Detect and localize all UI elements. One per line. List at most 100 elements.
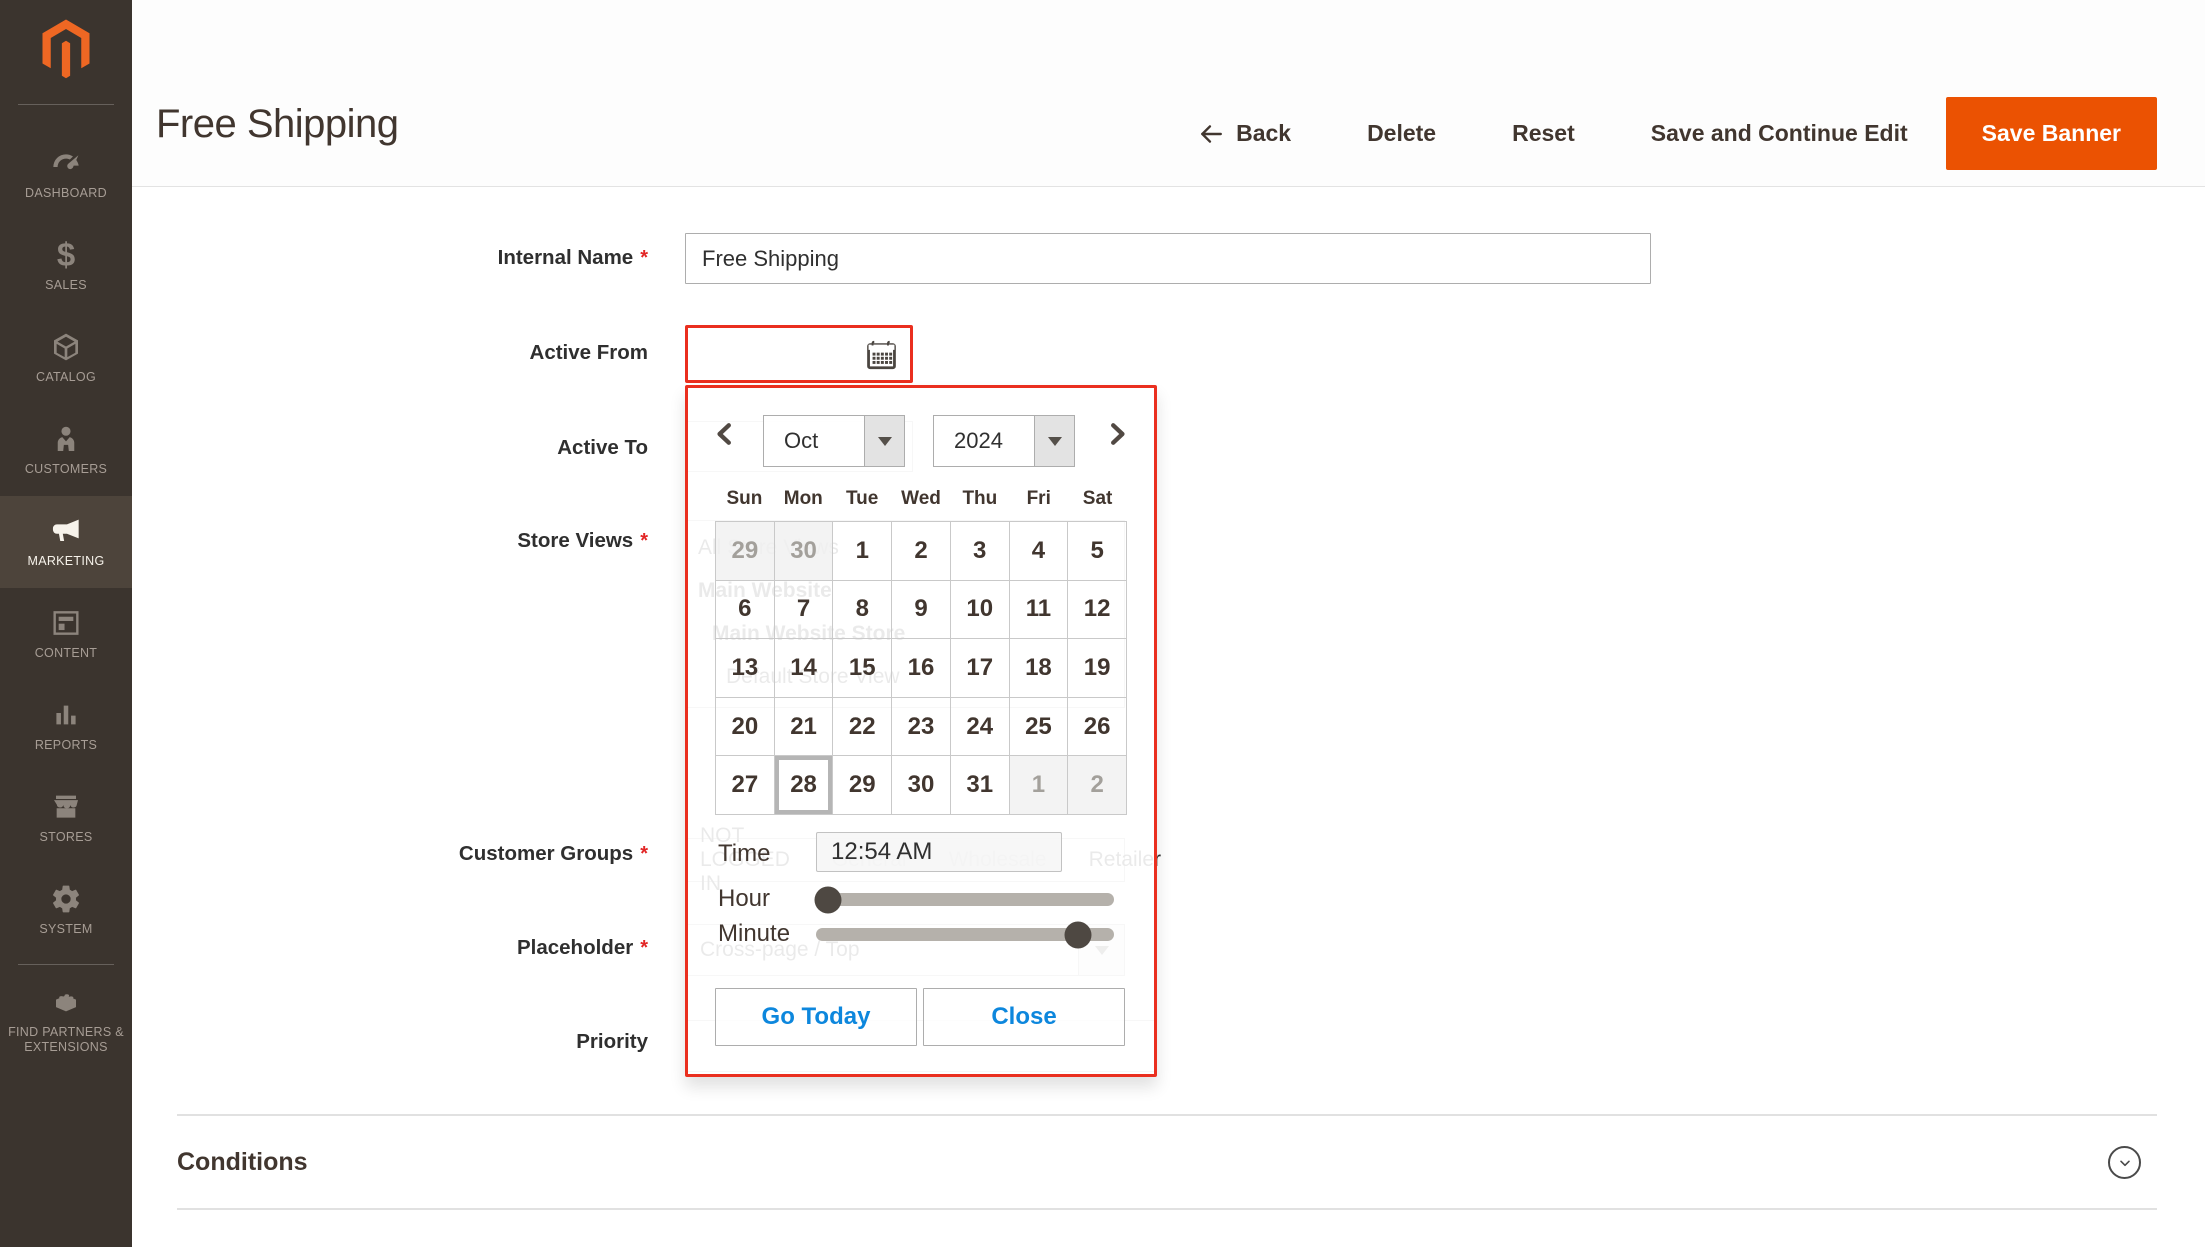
sidebar-item-catalog[interactable]: CATALOG — [0, 312, 132, 404]
dropdown-arrow-icon[interactable] — [864, 416, 904, 466]
customers-icon — [50, 423, 82, 455]
back-arrow-icon — [1198, 121, 1224, 147]
weekday-label: Tue — [833, 488, 892, 510]
sidebar-item-label: REPORTS — [8, 738, 124, 753]
calendar-day-29: 29 — [716, 522, 775, 581]
calendar-day-19[interactable]: 19 — [1068, 639, 1127, 698]
sidebar-item-content[interactable]: CONTENT — [0, 588, 132, 680]
hour-slider-handle[interactable] — [814, 886, 841, 913]
go-today-button[interactable]: Go Today — [715, 988, 917, 1046]
sidebar-item-label: CATALOG — [8, 370, 124, 385]
calendar-day-30[interactable]: 30 — [892, 756, 951, 815]
calendar-day-27[interactable]: 27 — [716, 756, 775, 815]
calendar-day-18[interactable]: 18 — [1010, 639, 1069, 698]
calendar-day-16[interactable]: 16 — [892, 639, 951, 698]
month-value: Oct — [764, 416, 864, 466]
calendar-day-21[interactable]: 21 — [775, 698, 834, 757]
back-button[interactable]: Back — [1198, 120, 1291, 147]
calendar-day-22[interactable]: 22 — [833, 698, 892, 757]
next-month-button[interactable] — [1102, 418, 1132, 452]
weekday-label: Fri — [1009, 488, 1068, 510]
year-value: 2024 — [934, 416, 1034, 466]
calendar-day-7[interactable]: 7 — [775, 581, 834, 640]
calendar-day-15[interactable]: 15 — [833, 639, 892, 698]
magento-logo-icon[interactable] — [36, 18, 96, 84]
save-and-continue-button[interactable]: Save and Continue Edit — [1651, 120, 1908, 147]
minute-slider[interactable] — [816, 928, 1114, 941]
required-asterisk: * — [640, 247, 648, 269]
marketing-icon — [50, 515, 82, 547]
delete-button[interactable]: Delete — [1367, 120, 1436, 147]
datepicker-popup: Oct 2024 SunMonTueWedThuFriSat 293012345… — [685, 385, 1157, 1077]
internal-name-input[interactable] — [685, 233, 1651, 284]
page-actions: Back Delete Reset Save and Continue Edit… — [1198, 97, 2157, 170]
section-divider — [177, 1208, 2157, 1210]
conditions-section-title: Conditions — [177, 1148, 308, 1177]
calendar-day-24[interactable]: 24 — [951, 698, 1010, 757]
sidebar-item-stores[interactable]: STORES — [0, 772, 132, 864]
chevron-down-icon — [2117, 1155, 2133, 1171]
calendar-day-17[interactable]: 17 — [951, 639, 1010, 698]
save-banner-button[interactable]: Save Banner — [1946, 97, 2157, 170]
calendar-day-8[interactable]: 8 — [833, 581, 892, 640]
sidebar-item-dashboard[interactable]: DASHBOARD — [0, 128, 132, 220]
minute-label: Minute — [718, 920, 790, 948]
sidebar-item-label: CONTENT — [8, 646, 124, 661]
month-select[interactable]: Oct — [763, 415, 905, 467]
calendar-day-13[interactable]: 13 — [716, 639, 775, 698]
minute-slider-handle[interactable] — [1065, 921, 1092, 948]
weekday-label: Wed — [892, 488, 951, 510]
calendar-day-11[interactable]: 11 — [1010, 581, 1069, 640]
time-input[interactable] — [816, 832, 1062, 872]
priority-label: Priority — [218, 1030, 648, 1054]
calendar-day-14[interactable]: 14 — [775, 639, 834, 698]
weekday-label: Sat — [1068, 488, 1127, 510]
banner-edit-page: DASHBOARD $ SALES CATALOG CUSTOMERS — [0, 0, 2205, 1247]
hour-slider[interactable] — [816, 893, 1114, 906]
placeholder-label: Placeholder* — [218, 936, 648, 960]
year-select[interactable]: 2024 — [933, 415, 1075, 467]
dropdown-arrow-icon[interactable] — [1034, 416, 1074, 466]
time-label: Time — [718, 840, 770, 868]
sales-icon: $ — [50, 239, 82, 271]
calendar-day-29[interactable]: 29 — [833, 756, 892, 815]
sidebar-item-customers[interactable]: CUSTOMERS — [0, 404, 132, 496]
active-from-input[interactable] — [685, 325, 913, 383]
extensions-icon — [50, 986, 82, 1018]
calendar-day-10[interactable]: 10 — [951, 581, 1010, 640]
close-button[interactable]: Close — [923, 988, 1125, 1046]
calendar-day-23[interactable]: 23 — [892, 698, 951, 757]
calendar-day-25[interactable]: 25 — [1010, 698, 1069, 757]
calendar-day-4[interactable]: 4 — [1010, 522, 1069, 581]
calendar-day-28[interactable]: 28 — [775, 756, 834, 815]
conditions-collapse-button[interactable] — [2108, 1146, 2141, 1179]
sidebar-item-label: CUSTOMERS — [8, 462, 124, 477]
sidebar-item-reports[interactable]: REPORTS — [0, 680, 132, 772]
calendar-day-2[interactable]: 2 — [892, 522, 951, 581]
page-title: Free Shipping — [156, 102, 399, 147]
calendar-day-26[interactable]: 26 — [1068, 698, 1127, 757]
sidebar-item-marketing[interactable]: MARKETING — [0, 496, 132, 588]
active-to-label: Active To — [218, 436, 648, 460]
calendar-day-1[interactable]: 1 — [833, 522, 892, 581]
sidebar-item-sales[interactable]: $ SALES — [0, 220, 132, 312]
calendar-day-30: 30 — [775, 522, 834, 581]
reset-button[interactable]: Reset — [1512, 120, 1575, 147]
calendar-day-12[interactable]: 12 — [1068, 581, 1127, 640]
sidebar-item-find-partners[interactable]: FIND PARTNERS & EXTENSIONS — [0, 965, 132, 1075]
calendar-day-3[interactable]: 3 — [951, 522, 1010, 581]
calendar-icon[interactable] — [863, 336, 900, 373]
required-asterisk: * — [640, 530, 648, 552]
calendar-day-20[interactable]: 20 — [716, 698, 775, 757]
sidebar-item-label: SYSTEM — [8, 922, 124, 937]
calendar-day-31[interactable]: 31 — [951, 756, 1010, 815]
previous-month-button[interactable] — [710, 418, 740, 452]
calendar-day-9[interactable]: 9 — [892, 581, 951, 640]
back-label: Back — [1236, 120, 1291, 147]
calendar-day-5[interactable]: 5 — [1068, 522, 1127, 581]
sidebar-item-system[interactable]: SYSTEM — [0, 864, 132, 956]
admin-sidebar: DASHBOARD $ SALES CATALOG CUSTOMERS — [0, 0, 132, 1247]
sidebar-divider — [18, 104, 114, 105]
calendar-day-6[interactable]: 6 — [716, 581, 775, 640]
internal-name-label: Internal Name* — [218, 246, 648, 270]
